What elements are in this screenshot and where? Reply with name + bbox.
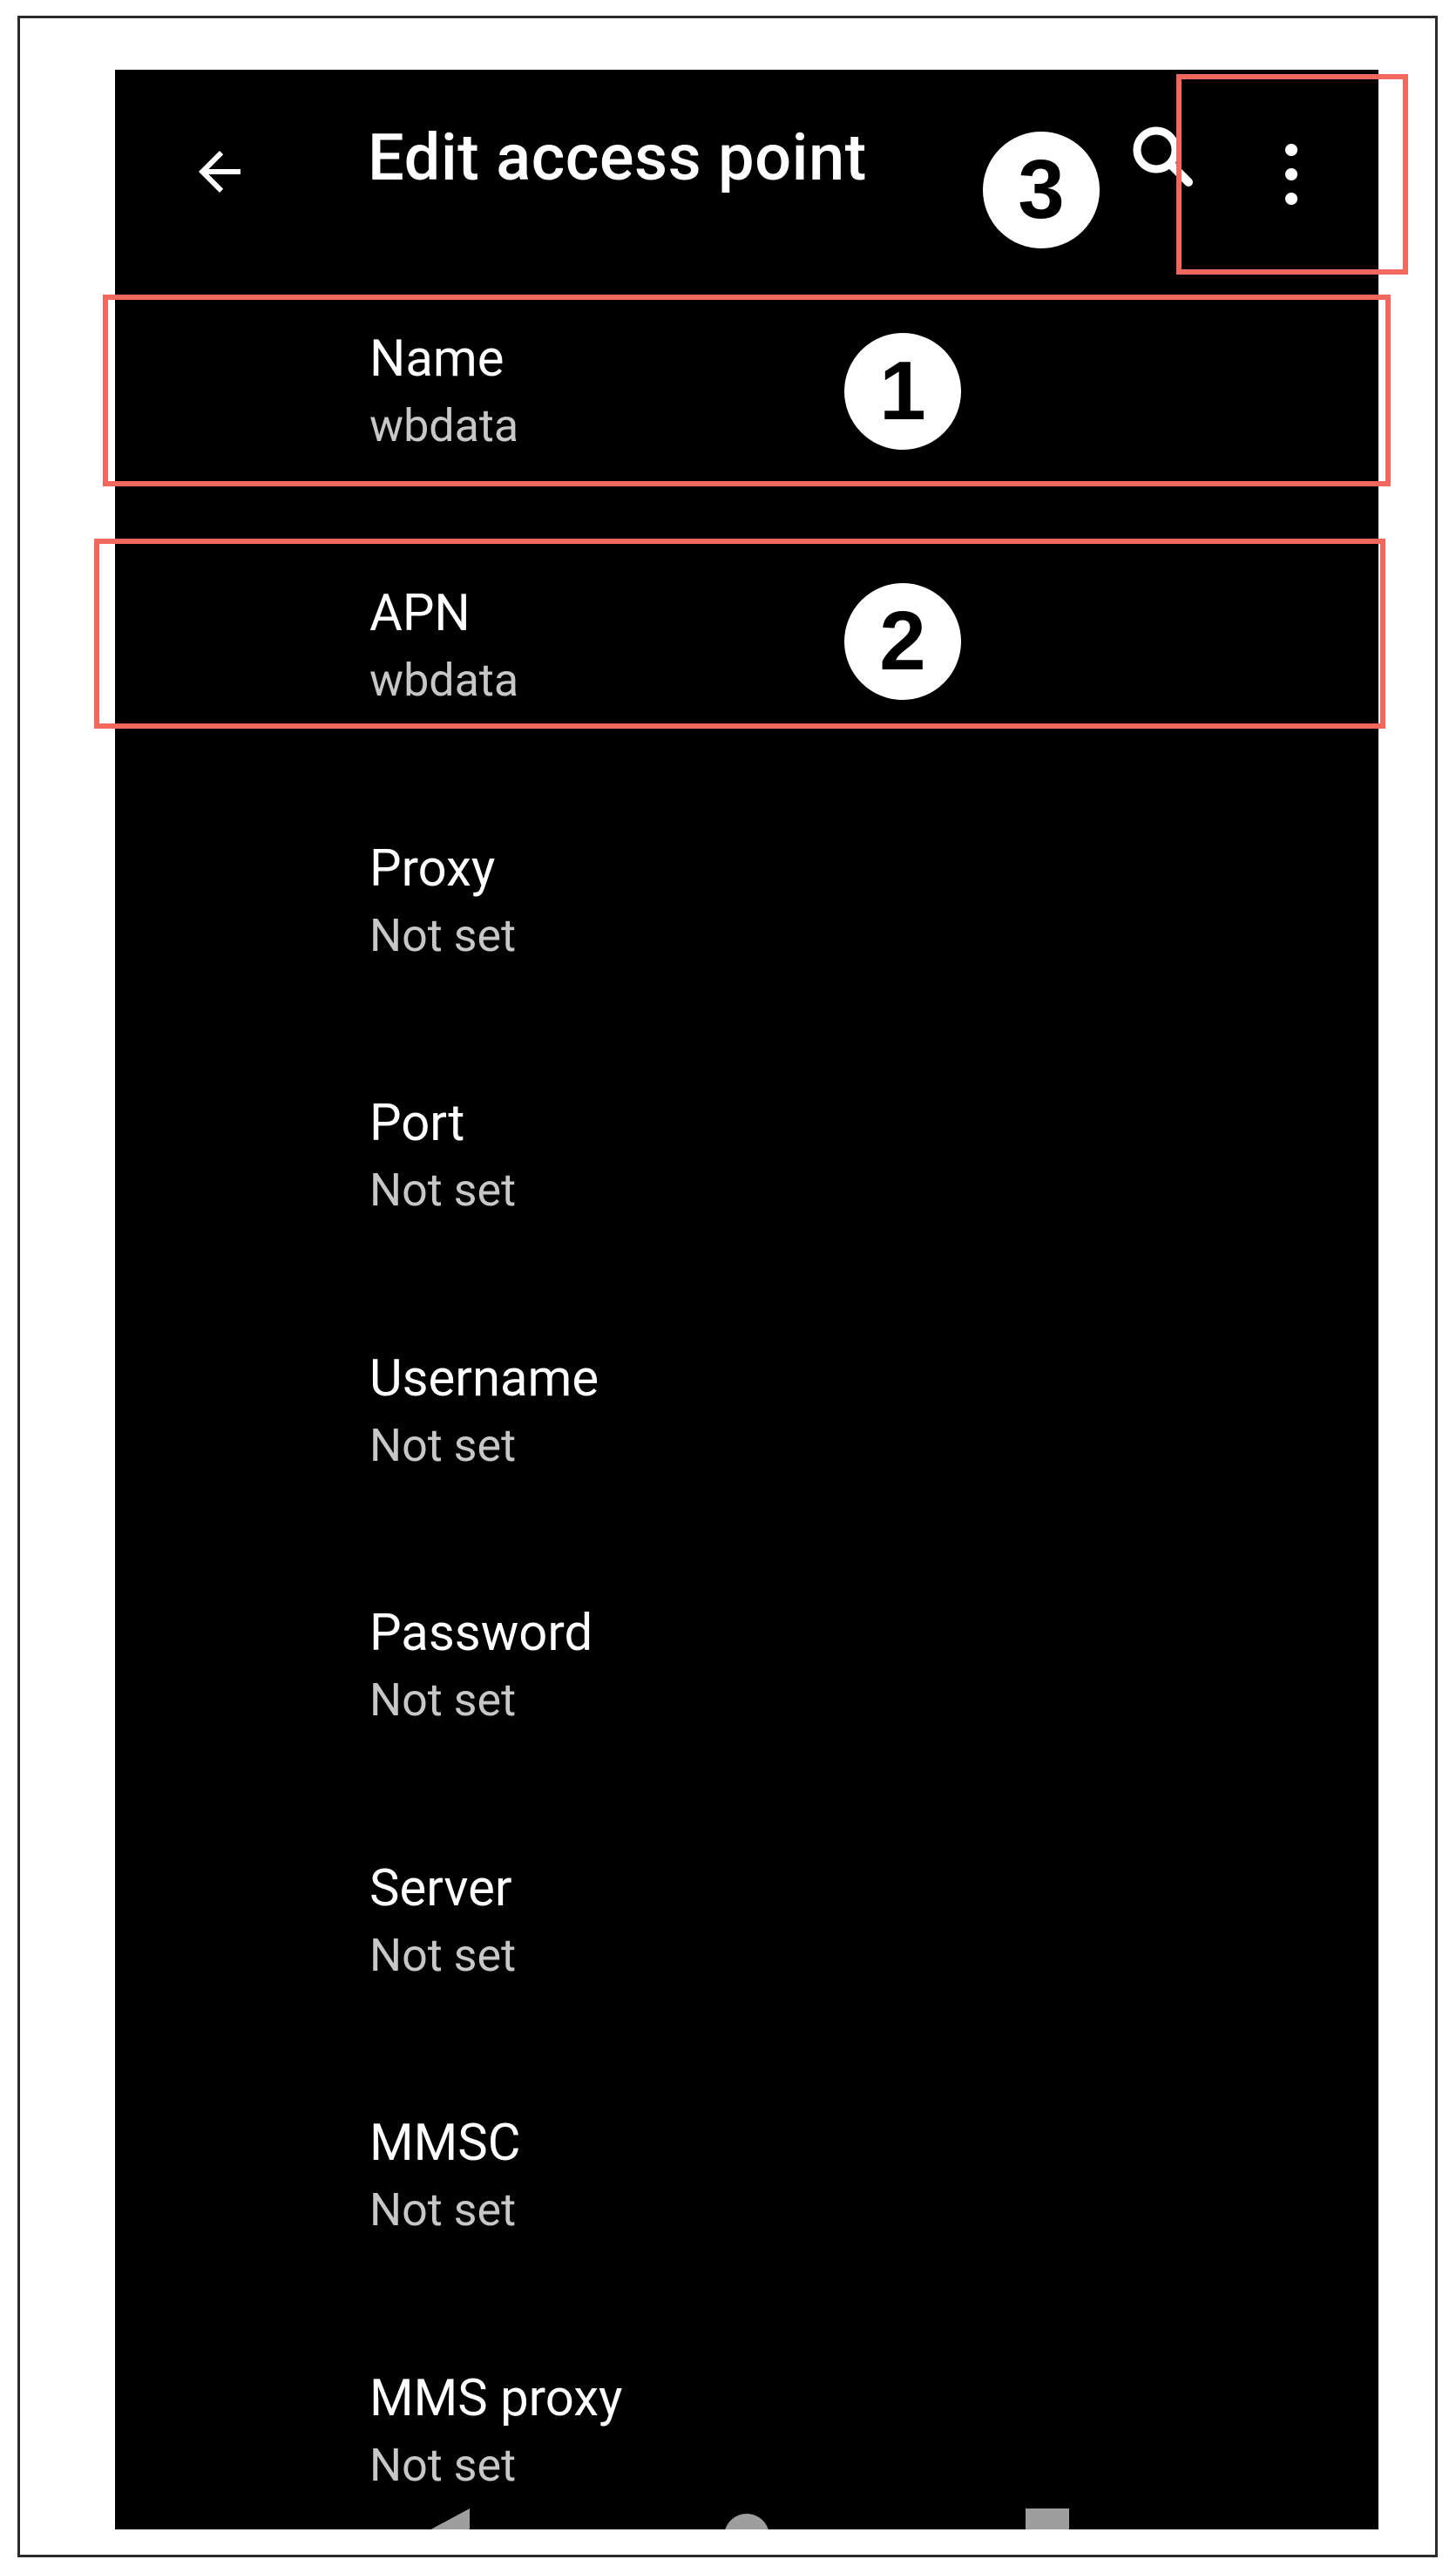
preference-port[interactable]: Port Not set	[115, 1069, 1378, 1244]
preference-password[interactable]: Password Not set	[115, 1579, 1378, 1754]
preference-title: APN	[369, 584, 471, 643]
preference-apn[interactable]: APN wbdata	[115, 560, 1378, 734]
preference-proxy[interactable]: Proxy Not set	[115, 815, 1378, 989]
preference-title: MMS proxy	[369, 2369, 623, 2428]
preference-title: MMSC	[369, 2114, 521, 2173]
callout-badge-1: 1	[838, 327, 967, 456]
preference-name[interactable]: Name wbdata	[115, 305, 1378, 479]
callout-badge-2: 2	[838, 577, 967, 706]
preference-title: Server	[369, 1859, 512, 1918]
preference-username[interactable]: Username Not set	[115, 1325, 1378, 1499]
arrow-back-icon	[199, 151, 240, 193]
preference-summary: Not set	[369, 1419, 517, 1472]
phone-screen: Edit access point Name wbdata APN wbdata…	[115, 70, 1378, 2529]
preference-server[interactable]: Server Not set	[115, 1835, 1378, 2009]
more-vert-icon	[1285, 144, 1297, 205]
search-button[interactable]	[1108, 113, 1204, 209]
preference-summary: Not set	[369, 1164, 517, 1217]
preference-summary: Not set	[369, 909, 517, 962]
more-options-button[interactable]	[1252, 118, 1331, 231]
navigation-bar	[115, 2502, 1378, 2529]
nav-recents-icon[interactable]	[1017, 2502, 1078, 2529]
preference-summary: Not set	[369, 2439, 517, 2492]
preference-title: Password	[369, 1604, 593, 1663]
preference-title: Port	[369, 1094, 465, 1153]
preference-title: Name	[369, 329, 505, 389]
preference-summary: Not set	[369, 2183, 517, 2237]
preference-mmsc[interactable]: MMSC Not set	[115, 2089, 1378, 2264]
app-bar: Edit access point	[115, 70, 1378, 253]
preference-summary: Not set	[369, 1929, 517, 1982]
nav-back-icon[interactable]	[416, 2502, 477, 2529]
nav-home-icon[interactable]	[716, 2502, 777, 2529]
preference-summary: wbdata	[369, 399, 519, 452]
search-icon	[1133, 126, 1193, 187]
preference-summary: wbdata	[369, 654, 519, 707]
preference-mms-proxy[interactable]: MMS proxy Not set	[115, 2345, 1378, 2519]
back-button[interactable]	[172, 124, 267, 220]
page-title: Edit access point	[368, 120, 867, 196]
preference-summary: Not set	[369, 1673, 517, 1727]
callout-badge-3: 3	[977, 126, 1106, 255]
preference-title: Proxy	[369, 839, 496, 899]
preference-title: Username	[369, 1349, 599, 1409]
